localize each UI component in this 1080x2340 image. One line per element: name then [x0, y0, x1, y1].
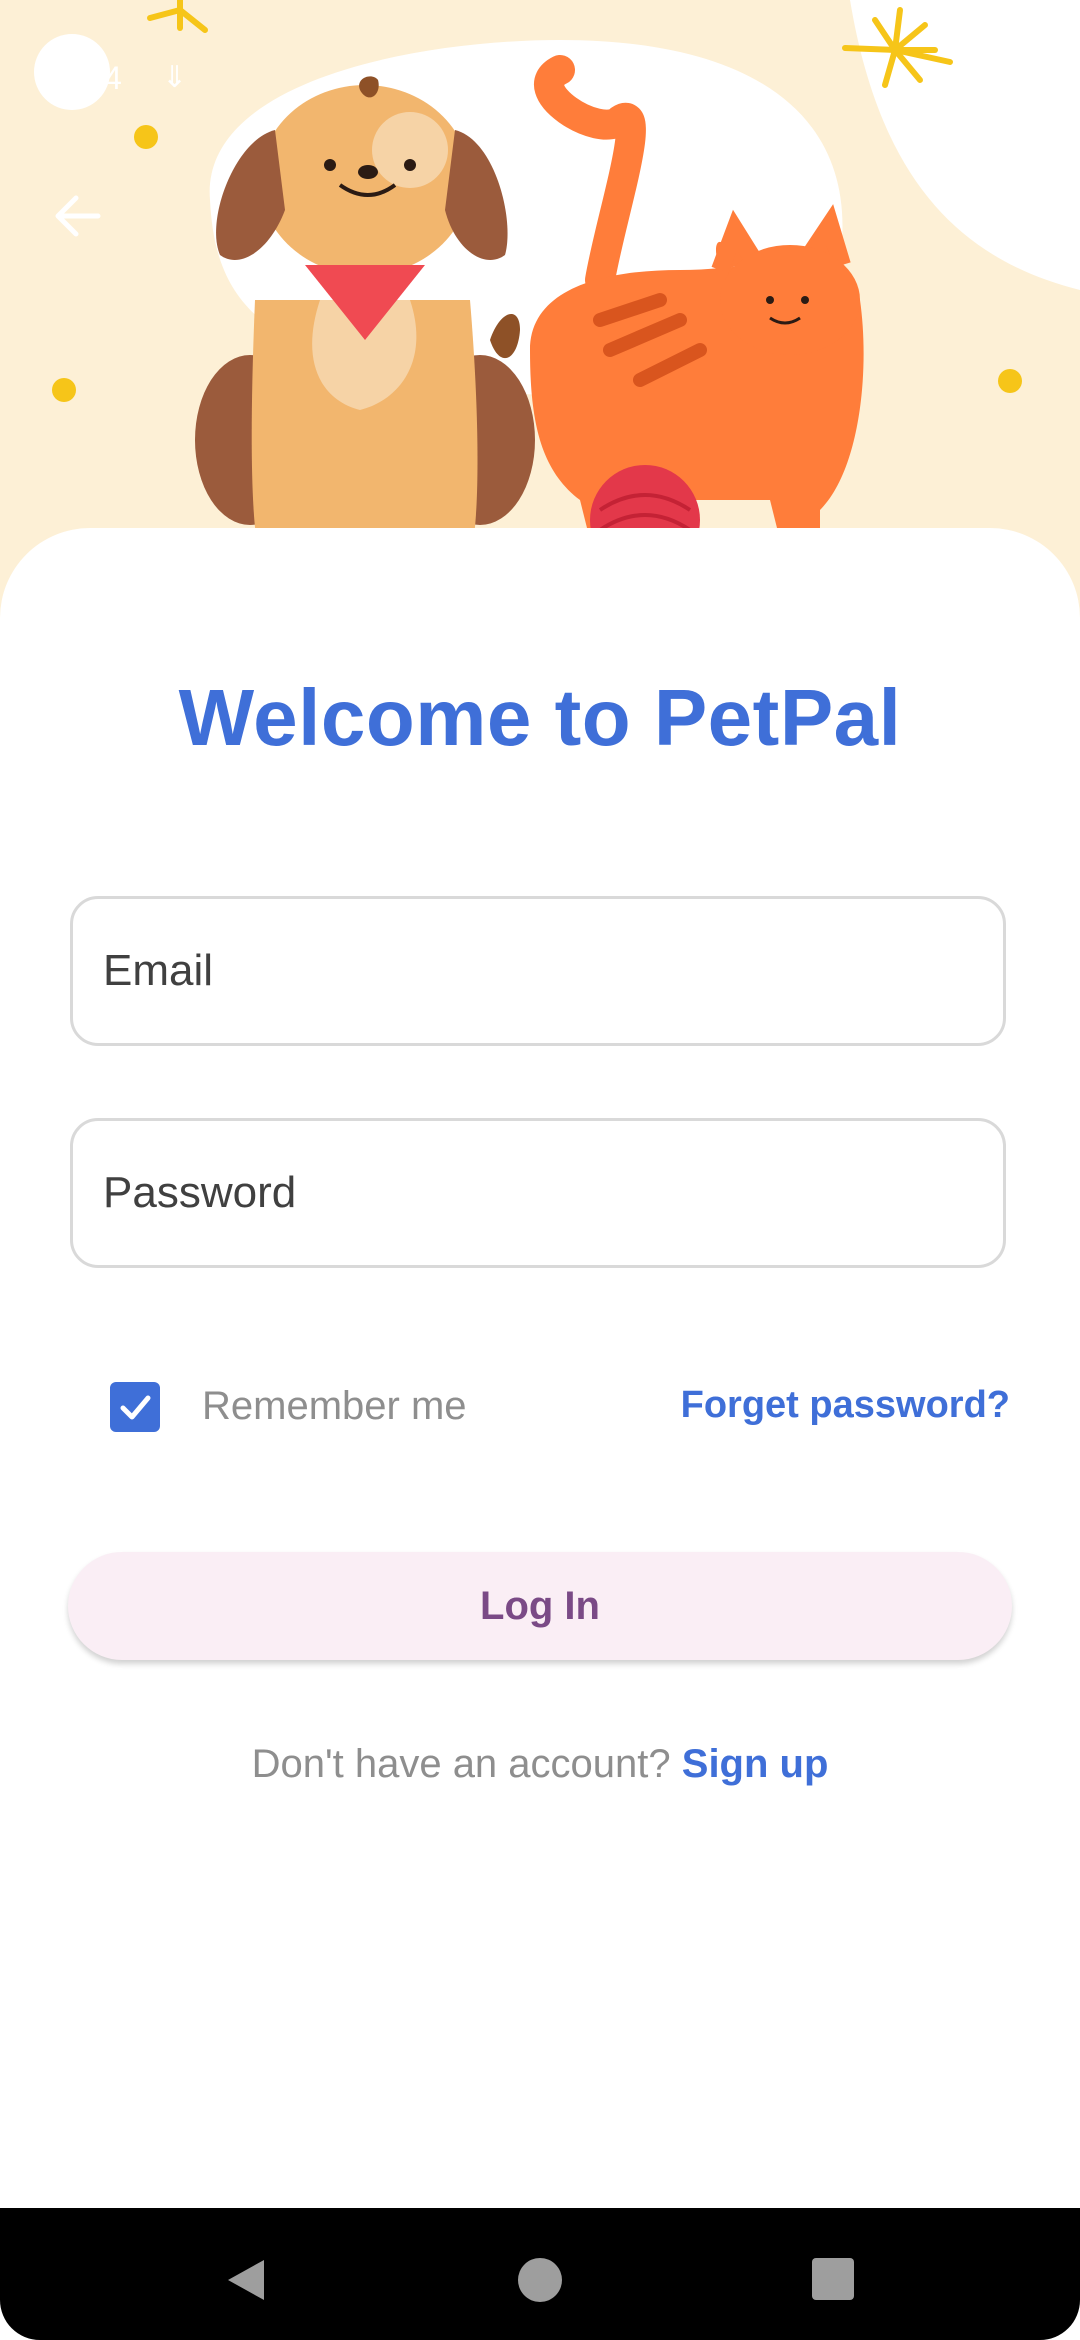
login-button[interactable]: Log In: [68, 1552, 1012, 1660]
download-arrow-icon: ⇓: [162, 61, 188, 94]
login-button-label: Log In: [480, 1583, 600, 1628]
system-nav-bar: [0, 2208, 1080, 2340]
status-bar-text: 4: [104, 60, 122, 96]
signup-prompt: Don't have an account?: [251, 1742, 671, 1786]
status-bar: 4 ⇓: [0, 0, 1080, 110]
arrow-left-icon: [55, 195, 101, 237]
camera-cutout: [34, 34, 110, 110]
remember-me-label: Remember me: [202, 1384, 467, 1428]
content-sheet: [0, 528, 1080, 2208]
signup-row: Don't have an account? Sign up: [0, 1742, 1080, 1787]
email-input[interactable]: [73, 899, 1003, 1043]
password-field-container: [70, 1118, 1006, 1268]
square-recents-icon[interactable]: [812, 2258, 854, 2300]
circle-home-icon[interactable]: [518, 2258, 562, 2302]
checkmark-icon: [120, 1395, 151, 1420]
page-title: Welcome to PetPal: [178, 673, 902, 762]
signup-link[interactable]: Sign up: [682, 1742, 829, 1786]
forgot-password-link[interactable]: Forget password?: [681, 1384, 1010, 1427]
back-button[interactable]: [42, 180, 114, 252]
triangle-back-icon[interactable]: [222, 2256, 268, 2304]
email-field-container: [70, 896, 1006, 1046]
password-input[interactable]: [73, 1121, 1003, 1265]
remember-me-checkbox[interactable]: [110, 1382, 160, 1432]
